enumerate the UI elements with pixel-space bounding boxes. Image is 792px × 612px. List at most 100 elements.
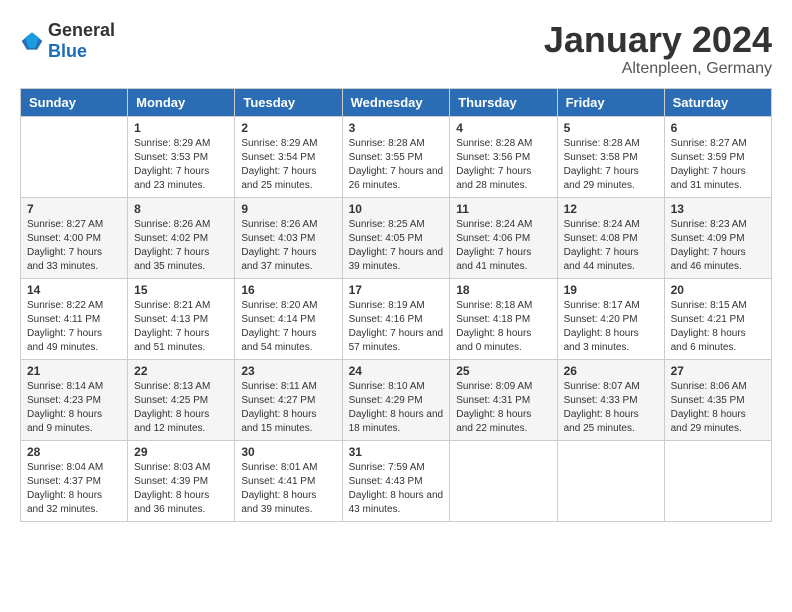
day-number: 15 [134,283,228,297]
day-info: Sunrise: 8:28 AMSunset: 3:58 PMDaylight:… [564,137,658,193]
day-number: 24 [349,364,444,378]
calendar-table: SundayMondayTuesdayWednesdayThursdayFrid… [20,88,772,522]
day-info: Sunrise: 8:18 AMSunset: 4:18 PMDaylight:… [456,299,550,355]
day-info: Sunrise: 8:22 AMSunset: 4:11 PMDaylight:… [27,299,121,355]
day-number: 3 [349,121,444,135]
calendar-cell: 17 Sunrise: 8:19 AMSunset: 4:16 PMDaylig… [342,278,450,359]
day-number: 20 [671,283,765,297]
day-number: 13 [671,202,765,216]
day-info: Sunrise: 8:27 AMSunset: 3:59 PMDaylight:… [671,137,765,193]
day-info: Sunrise: 8:06 AMSunset: 4:35 PMDaylight:… [671,380,765,436]
calendar-cell [557,440,664,521]
day-number: 12 [564,202,658,216]
day-number: 18 [456,283,550,297]
day-number: 27 [671,364,765,378]
calendar-cell: 14 Sunrise: 8:22 AMSunset: 4:11 PMDaylig… [21,278,128,359]
calendar-cell: 20 Sunrise: 8:15 AMSunset: 4:21 PMDaylig… [664,278,771,359]
weekday-header-wednesday: Wednesday [342,88,450,116]
day-info: Sunrise: 8:15 AMSunset: 4:21 PMDaylight:… [671,299,765,355]
calendar-cell [450,440,557,521]
calendar-cell: 1 Sunrise: 8:29 AMSunset: 3:53 PMDayligh… [128,116,235,197]
calendar-cell: 11 Sunrise: 8:24 AMSunset: 4:06 PMDaylig… [450,197,557,278]
day-info: Sunrise: 8:27 AMSunset: 4:00 PMDaylight:… [27,218,121,274]
day-info: Sunrise: 8:24 AMSunset: 4:08 PMDaylight:… [564,218,658,274]
day-number: 6 [671,121,765,135]
day-number: 22 [134,364,228,378]
day-number: 8 [134,202,228,216]
day-number: 26 [564,364,658,378]
day-number: 5 [564,121,658,135]
calendar-cell: 27 Sunrise: 8:06 AMSunset: 4:35 PMDaylig… [664,359,771,440]
calendar-subtitle: Altenpleen, Germany [544,60,772,78]
day-number: 4 [456,121,550,135]
calendar-cell [21,116,128,197]
calendar-cell: 25 Sunrise: 8:09 AMSunset: 4:31 PMDaylig… [450,359,557,440]
calendar-cell: 16 Sunrise: 8:20 AMSunset: 4:14 PMDaylig… [235,278,342,359]
day-number: 9 [241,202,335,216]
day-number: 25 [456,364,550,378]
logo-icon [20,29,44,53]
weekday-header-saturday: Saturday [664,88,771,116]
calendar-cell: 15 Sunrise: 8:21 AMSunset: 4:13 PMDaylig… [128,278,235,359]
day-info: Sunrise: 8:29 AMSunset: 3:53 PMDaylight:… [134,137,228,193]
day-number: 7 [27,202,121,216]
day-number: 19 [564,283,658,297]
day-number: 28 [27,445,121,459]
calendar-cell: 9 Sunrise: 8:26 AMSunset: 4:03 PMDayligh… [235,197,342,278]
day-number: 11 [456,202,550,216]
day-info: Sunrise: 8:04 AMSunset: 4:37 PMDaylight:… [27,461,121,517]
day-info: Sunrise: 8:21 AMSunset: 4:13 PMDaylight:… [134,299,228,355]
day-info: Sunrise: 8:11 AMSunset: 4:27 PMDaylight:… [241,380,335,436]
day-info: Sunrise: 8:07 AMSunset: 4:33 PMDaylight:… [564,380,658,436]
day-number: 14 [27,283,121,297]
day-info: Sunrise: 8:20 AMSunset: 4:14 PMDaylight:… [241,299,335,355]
title-block: January 2024 Altenpleen, Germany [544,20,772,78]
calendar-cell: 2 Sunrise: 8:29 AMSunset: 3:54 PMDayligh… [235,116,342,197]
day-number: 30 [241,445,335,459]
weekday-header-tuesday: Tuesday [235,88,342,116]
calendar-cell: 6 Sunrise: 8:27 AMSunset: 3:59 PMDayligh… [664,116,771,197]
day-info: Sunrise: 8:29 AMSunset: 3:54 PMDaylight:… [241,137,335,193]
day-number: 31 [349,445,444,459]
day-info: Sunrise: 8:01 AMSunset: 4:41 PMDaylight:… [241,461,335,517]
day-info: Sunrise: 8:25 AMSunset: 4:05 PMDaylight:… [349,218,444,274]
day-info: Sunrise: 8:13 AMSunset: 4:25 PMDaylight:… [134,380,228,436]
day-info: Sunrise: 8:17 AMSunset: 4:20 PMDaylight:… [564,299,658,355]
logo-blue: Blue [48,41,87,61]
weekday-header-thursday: Thursday [450,88,557,116]
day-number: 2 [241,121,335,135]
page-header: General Blue January 2024 Altenpleen, Ge… [20,20,772,78]
day-number: 21 [27,364,121,378]
calendar-cell: 31 Sunrise: 7:59 AMSunset: 4:43 PMDaylig… [342,440,450,521]
day-info: Sunrise: 8:28 AMSunset: 3:56 PMDaylight:… [456,137,550,193]
calendar-cell: 8 Sunrise: 8:26 AMSunset: 4:02 PMDayligh… [128,197,235,278]
day-info: Sunrise: 8:23 AMSunset: 4:09 PMDaylight:… [671,218,765,274]
weekday-header-friday: Friday [557,88,664,116]
day-info: Sunrise: 8:14 AMSunset: 4:23 PMDaylight:… [27,380,121,436]
day-number: 17 [349,283,444,297]
calendar-cell: 10 Sunrise: 8:25 AMSunset: 4:05 PMDaylig… [342,197,450,278]
calendar-cell [664,440,771,521]
weekday-header-sunday: Sunday [21,88,128,116]
calendar-cell: 23 Sunrise: 8:11 AMSunset: 4:27 PMDaylig… [235,359,342,440]
day-info: Sunrise: 8:26 AMSunset: 4:02 PMDaylight:… [134,218,228,274]
day-number: 1 [134,121,228,135]
calendar-cell: 21 Sunrise: 8:14 AMSunset: 4:23 PMDaylig… [21,359,128,440]
calendar-cell: 26 Sunrise: 8:07 AMSunset: 4:33 PMDaylig… [557,359,664,440]
day-info: Sunrise: 8:09 AMSunset: 4:31 PMDaylight:… [456,380,550,436]
day-info: Sunrise: 8:19 AMSunset: 4:16 PMDaylight:… [349,299,444,355]
calendar-cell: 29 Sunrise: 8:03 AMSunset: 4:39 PMDaylig… [128,440,235,521]
calendar-cell: 3 Sunrise: 8:28 AMSunset: 3:55 PMDayligh… [342,116,450,197]
calendar-cell: 28 Sunrise: 8:04 AMSunset: 4:37 PMDaylig… [21,440,128,521]
calendar-cell: 22 Sunrise: 8:13 AMSunset: 4:25 PMDaylig… [128,359,235,440]
calendar-cell: 12 Sunrise: 8:24 AMSunset: 4:08 PMDaylig… [557,197,664,278]
calendar-cell: 19 Sunrise: 8:17 AMSunset: 4:20 PMDaylig… [557,278,664,359]
logo-general: General [48,20,115,40]
day-info: Sunrise: 8:28 AMSunset: 3:55 PMDaylight:… [349,137,444,193]
day-info: Sunrise: 8:24 AMSunset: 4:06 PMDaylight:… [456,218,550,274]
day-info: Sunrise: 8:03 AMSunset: 4:39 PMDaylight:… [134,461,228,517]
calendar-cell: 18 Sunrise: 8:18 AMSunset: 4:18 PMDaylig… [450,278,557,359]
day-number: 16 [241,283,335,297]
calendar-cell: 4 Sunrise: 8:28 AMSunset: 3:56 PMDayligh… [450,116,557,197]
day-info: Sunrise: 7:59 AMSunset: 4:43 PMDaylight:… [349,461,444,517]
